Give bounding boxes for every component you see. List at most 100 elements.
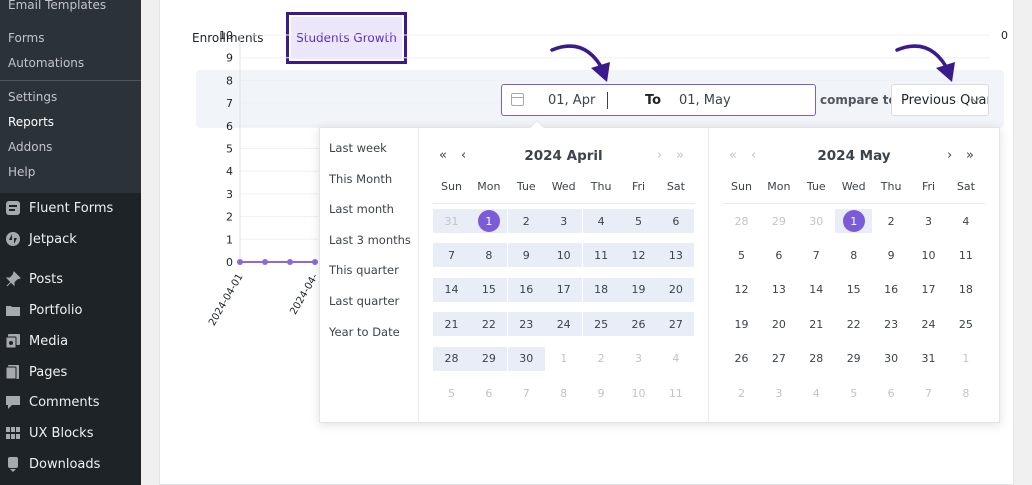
shortcut-last-month[interactable]: Last month [329, 202, 394, 216]
calendar-day: 4 [657, 347, 694, 371]
calendar-day[interactable]: 14 [433, 277, 470, 302]
calendar-day[interactable]: 15 [835, 278, 872, 302]
calendar-day[interactable]: 25 [582, 312, 620, 337]
sidebar-item-posts[interactable]: Posts [0, 265, 141, 293]
calendar-day[interactable]: 24 [910, 312, 947, 336]
sidebar-item-pages[interactable]: Pages [0, 358, 141, 386]
submenu-item-automations[interactable]: Automations [8, 56, 84, 70]
calendar-day[interactable]: 11 [582, 243, 620, 268]
submenu-item-forms[interactable]: Forms [8, 31, 44, 45]
calendar-day[interactable]: 29 [835, 347, 872, 371]
submenu-item-reports[interactable]: Reports [8, 115, 54, 129]
calendar-day[interactable]: 4 [947, 209, 984, 233]
calendar-day[interactable]: 22 [835, 312, 872, 336]
calendar-day[interactable]: 4 [582, 209, 620, 233]
calendar-day[interactable]: 5 [723, 243, 760, 267]
calendar-day[interactable]: 17 [910, 278, 947, 302]
calendar-day[interactable]: 7 [798, 243, 835, 267]
calendar-day[interactable]: 11 [947, 243, 984, 267]
calendar-day[interactable]: 13 [657, 243, 695, 268]
calendar-day[interactable]: 12 [620, 243, 657, 268]
calendar-day[interactable]: 3 [545, 209, 583, 233]
calendar-day[interactable]: 14 [798, 278, 835, 302]
calendar-day[interactable]: 27 [657, 312, 695, 337]
compare-select[interactable]: Previous Quarter [891, 84, 989, 116]
day-number: 8 [485, 248, 493, 262]
sidebar-item-ux-blocks[interactable]: UX Blocks [0, 419, 141, 447]
calendar-day[interactable]: 2 [873, 209, 910, 233]
calendar-day[interactable]: 17 [545, 277, 583, 302]
shortcut-last-week[interactable]: Last week [329, 141, 387, 155]
sidebar-item-jetpack[interactable]: Jetpack [0, 225, 141, 253]
calendar-day[interactable]: 8 [835, 243, 872, 267]
date-to[interactable]: 01, May [679, 93, 731, 108]
calendar-day[interactable]: 12 [723, 278, 760, 302]
shortcut-this-month[interactable]: This Month [329, 172, 392, 186]
sidebar-item-media[interactable]: Media [0, 327, 141, 355]
calendar-day[interactable]: 22 [470, 312, 508, 337]
calendar-day[interactable]: 30 [873, 347, 910, 371]
sidebar-item-comments[interactable]: Comments [0, 388, 141, 416]
calendar-day[interactable]: 8 [470, 243, 508, 268]
day-number: 4 [672, 352, 680, 366]
next-month-icon[interactable]: › [947, 148, 952, 163]
submenu-item-email-templates[interactable]: Email Templates [8, 0, 106, 12]
shortcut-year-to-date[interactable]: Year to Date [329, 325, 400, 339]
calendar-day[interactable]: 18 [947, 278, 984, 302]
sidebar-item-fluent-forms[interactable]: Fluent Forms [0, 194, 141, 222]
calendar-day: 10 [620, 381, 657, 405]
data-point[interactable] [237, 259, 243, 265]
calendar-day[interactable]: 20 [760, 312, 797, 336]
calendar-day[interactable]: 21 [433, 312, 470, 337]
selected-day[interactable]: 1 [835, 209, 873, 233]
calendar-day[interactable]: 27 [760, 347, 797, 371]
calendar-day[interactable]: 2 [507, 209, 545, 233]
shortcut-this-quarter[interactable]: This quarter [329, 263, 399, 277]
data-point[interactable] [312, 259, 318, 265]
calendar-day[interactable]: 5 [620, 209, 657, 233]
calendar-day[interactable]: 23 [507, 312, 545, 337]
calendar-day[interactable]: 10 [910, 243, 947, 267]
date-from[interactable]: 01, Apr [548, 93, 595, 108]
sidebar-item-portfolio[interactable]: Portfolio [0, 296, 141, 324]
calendar-day[interactable]: 13 [760, 278, 797, 302]
selected-day[interactable]: 1 [470, 209, 508, 233]
calendar-day[interactable]: 21 [798, 312, 835, 336]
next-year-icon[interactable]: » [966, 148, 974, 163]
calendar-day[interactable]: 31 [910, 347, 947, 371]
calendar-day[interactable]: 24 [545, 312, 583, 337]
calendar-day[interactable]: 20 [657, 277, 695, 302]
calendar-day[interactable]: 10 [545, 243, 583, 268]
shortcut-last-quarter[interactable]: Last quarter [329, 294, 399, 308]
submenu-item-help[interactable]: Help [8, 165, 35, 179]
calendar-day[interactable]: 26 [723, 347, 760, 371]
data-point[interactable] [262, 259, 268, 265]
day-number: 20 [668, 283, 683, 297]
calendar-day[interactable]: 25 [947, 312, 984, 336]
calendar-day[interactable]: 28 [433, 346, 470, 371]
calendar-day[interactable]: 23 [873, 312, 910, 336]
calendar-day[interactable]: 30 [507, 346, 545, 371]
calendar-day[interactable]: 9 [873, 243, 910, 267]
calendar-day[interactable]: 18 [582, 277, 620, 302]
data-point[interactable] [287, 259, 293, 265]
day-number: 17 [556, 283, 571, 297]
calendar-day[interactable]: 3 [910, 209, 947, 233]
calendar-day[interactable]: 28 [798, 347, 835, 371]
submenu-item-addons[interactable]: Addons [8, 140, 52, 154]
calendar-day[interactable]: 19 [723, 312, 760, 336]
calendar-day[interactable]: 19 [620, 277, 657, 302]
calendar-day[interactable]: 26 [620, 312, 657, 337]
shortcut-last-3-months[interactable]: Last 3 months [329, 233, 411, 247]
calendar-day[interactable]: 16 [507, 277, 545, 302]
calendar-day[interactable]: 7 [433, 243, 470, 268]
calendar-day[interactable]: 16 [873, 278, 910, 302]
calendar-day[interactable]: 9 [507, 243, 545, 268]
sidebar-item-downloads[interactable]: Downloads [0, 450, 141, 478]
calendar-day[interactable]: 6 [657, 209, 695, 233]
calendar-day[interactable]: 6 [760, 243, 797, 267]
calendar-day[interactable]: 29 [470, 346, 508, 371]
submenu-item-settings[interactable]: Settings [8, 90, 57, 104]
calendar-day[interactable]: 15 [470, 277, 508, 302]
fluent-forms-icon [4, 199, 22, 217]
